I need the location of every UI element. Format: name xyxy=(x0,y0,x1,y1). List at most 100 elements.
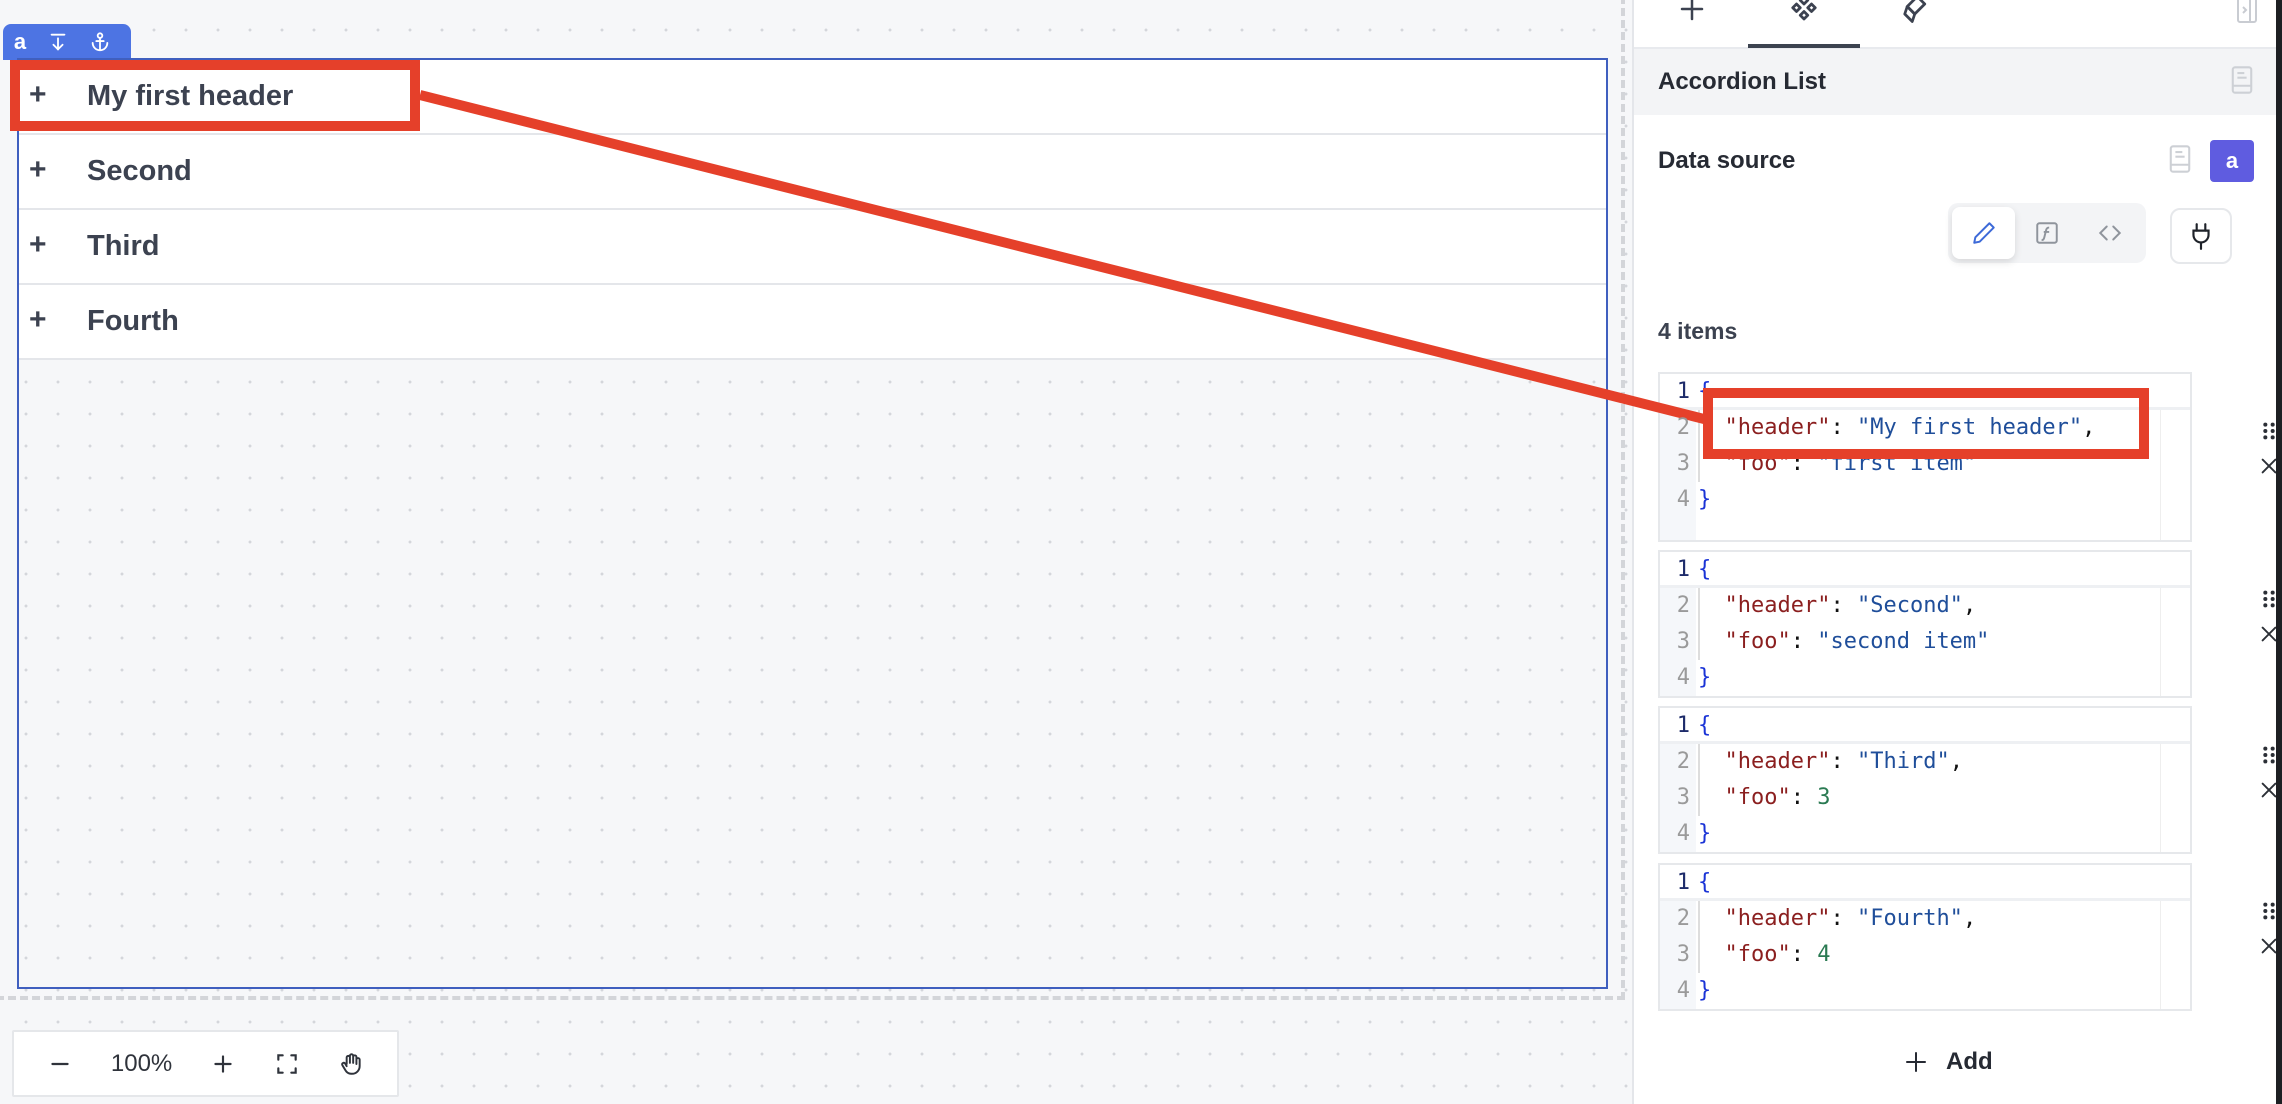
add-item-button[interactable]: Add xyxy=(1904,1048,1993,1076)
json-item-editor[interactable]: 1{2 "header": "Third", 3 "foo": 3 4} xyxy=(1658,706,2192,854)
component-id-label[interactable]: a xyxy=(3,24,37,60)
code-text: "header": "Second", xyxy=(1724,593,1977,618)
line-number: 2 xyxy=(1676,749,1690,774)
json-item-editor[interactable]: 1{2 "header": "Second", 3 "foo": "second … xyxy=(1658,550,2192,698)
code-text: "foo": "first item" xyxy=(1724,451,1977,476)
docs-button[interactable] xyxy=(2230,65,2254,100)
line-number: 3 xyxy=(1676,942,1690,967)
line-number: 3 xyxy=(1676,451,1690,476)
code-text: { xyxy=(1698,870,1712,895)
code-line[interactable]: 1{ xyxy=(1660,374,2190,410)
hand-icon xyxy=(341,1052,361,1075)
code-text: "foo": 3 xyxy=(1724,785,1831,810)
expand-icon[interactable]: + xyxy=(29,154,87,189)
plus-icon xyxy=(1680,0,1704,21)
json-item-editor[interactable]: 1{2 "header": "My first header", 3 "foo":… xyxy=(1658,372,2192,542)
plus-icon xyxy=(214,1054,232,1073)
accordion-item[interactable]: + My first header xyxy=(19,60,1606,135)
canvas[interactable]: a + My first header + Second + Third + F… xyxy=(0,0,1632,1104)
accordion-list[interactable]: + My first header + Second + Third + Fou… xyxy=(17,58,1608,989)
sidebar-collapse-icon xyxy=(2237,0,2257,23)
connect-data-button[interactable] xyxy=(2170,208,2232,264)
line-number: 2 xyxy=(1676,415,1690,440)
code-line[interactable]: 1{ xyxy=(1660,865,2190,901)
add-item-label: Add xyxy=(1946,1048,1993,1075)
code-icon xyxy=(2099,225,2122,241)
expand-icon[interactable]: + xyxy=(29,79,87,114)
code-text: { xyxy=(1698,713,1712,738)
selection-tab[interactable]: a xyxy=(3,24,131,60)
line-number: 2 xyxy=(1676,593,1690,618)
code-line[interactable]: 3 "foo": "first item" xyxy=(1660,446,2190,482)
paint-bucket-icon xyxy=(1903,0,1927,23)
accordion-item[interactable]: + Second xyxy=(19,135,1606,210)
mode-code-button[interactable] xyxy=(2079,207,2142,259)
code-line[interactable]: 3 "foo": 4 xyxy=(1660,937,2190,973)
panel-tabs xyxy=(1634,0,2276,49)
mode-static-button[interactable] xyxy=(1952,207,2016,259)
line-number: 1 xyxy=(1676,713,1690,738)
components-icon xyxy=(1791,0,1817,21)
zoom-in-button[interactable] xyxy=(210,1051,236,1077)
code-line[interactable]: 2 "header": "Third", xyxy=(1660,744,2190,780)
plus-icon xyxy=(1906,1052,1926,1072)
code-text: } xyxy=(1698,665,1712,690)
function-icon xyxy=(2036,222,2058,244)
expand-icon[interactable]: + xyxy=(29,304,87,339)
data-source-label: Data source xyxy=(1658,147,1796,174)
data-source-docs-button[interactable] xyxy=(2168,144,2192,179)
expand-icon[interactable]: + xyxy=(29,229,87,264)
book-icon xyxy=(2231,65,2253,94)
accordion-header[interactable]: My first header xyxy=(87,80,293,113)
accordion-header[interactable]: Second xyxy=(87,155,192,188)
accordion-item[interactable]: + Third xyxy=(19,210,1606,285)
json-item-editor[interactable]: 1{2 "header": "Fourth", 3 "foo": 4 4} xyxy=(1658,863,2192,1011)
line-number: 3 xyxy=(1676,785,1690,810)
code-line[interactable]: 1{ xyxy=(1660,708,2190,744)
accordion-header[interactable]: Third xyxy=(87,230,160,263)
code-text: } xyxy=(1698,978,1712,1003)
properties-panel: Accordion List Data source a 4 items 1 {… xyxy=(1632,0,2277,1104)
accordion-item[interactable]: + Fourth xyxy=(19,285,1606,360)
line-number: 4 xyxy=(1676,821,1690,846)
line-number: 4 xyxy=(1676,978,1690,1003)
items-count: 4 items xyxy=(1658,318,1738,344)
line-number: 2 xyxy=(1676,906,1690,931)
code-line[interactable]: 3 "foo": 3 xyxy=(1660,780,2190,816)
code-text: } xyxy=(1698,821,1712,846)
code-line[interactable]: 2 "header": "Fourth", xyxy=(1660,901,2190,937)
line-number: 3 xyxy=(1676,629,1690,654)
code-text: } xyxy=(1698,487,1712,512)
accordion-header[interactable]: Fourth xyxy=(87,305,179,338)
tab-styles[interactable] xyxy=(1860,0,1972,48)
code-line[interactable]: 2 "header": "My first header", xyxy=(1660,410,2190,446)
zoom-toolbar: 100% xyxy=(12,1030,399,1097)
collapse-panel-button[interactable] xyxy=(2236,0,2258,29)
zoom-level[interactable]: 100% xyxy=(111,1050,172,1078)
line-number: 1 xyxy=(1676,557,1690,582)
fit-to-screen-button[interactable] xyxy=(274,1051,300,1077)
zoom-out-button[interactable] xyxy=(47,1051,73,1077)
code-line[interactable]: 3 "foo": "second item" xyxy=(1660,624,2190,660)
code-line[interactable]: 2 "header": "Second", xyxy=(1660,588,2190,624)
line-number: 1 xyxy=(1676,379,1690,404)
code-line[interactable]: 4} xyxy=(1660,482,2190,518)
component-id-badge[interactable]: a xyxy=(2210,140,2254,182)
code-line[interactable]: 1{ xyxy=(1660,552,2190,588)
tab-component-settings[interactable] xyxy=(1748,0,1860,48)
code-text: { xyxy=(1698,379,1712,404)
code-text: "foo": 4 xyxy=(1724,942,1831,967)
mode-formula-button[interactable] xyxy=(2015,207,2078,259)
code-line[interactable]: 4} xyxy=(1660,973,2190,1009)
pan-tool-button[interactable] xyxy=(338,1051,364,1077)
window-scrollbar[interactable] xyxy=(2276,0,2282,1104)
code-line[interactable]: 4} xyxy=(1660,660,2190,696)
fullscreen-icon xyxy=(277,1053,297,1074)
code-line[interactable]: 4} xyxy=(1660,816,2190,852)
component-title: Accordion List xyxy=(1658,68,1827,95)
anchor-icon[interactable] xyxy=(79,24,121,60)
tab-add-component[interactable] xyxy=(1636,0,1748,48)
align-bottom-icon[interactable] xyxy=(37,24,79,60)
pencil-icon xyxy=(1972,222,1995,244)
line-number: 4 xyxy=(1676,665,1690,690)
